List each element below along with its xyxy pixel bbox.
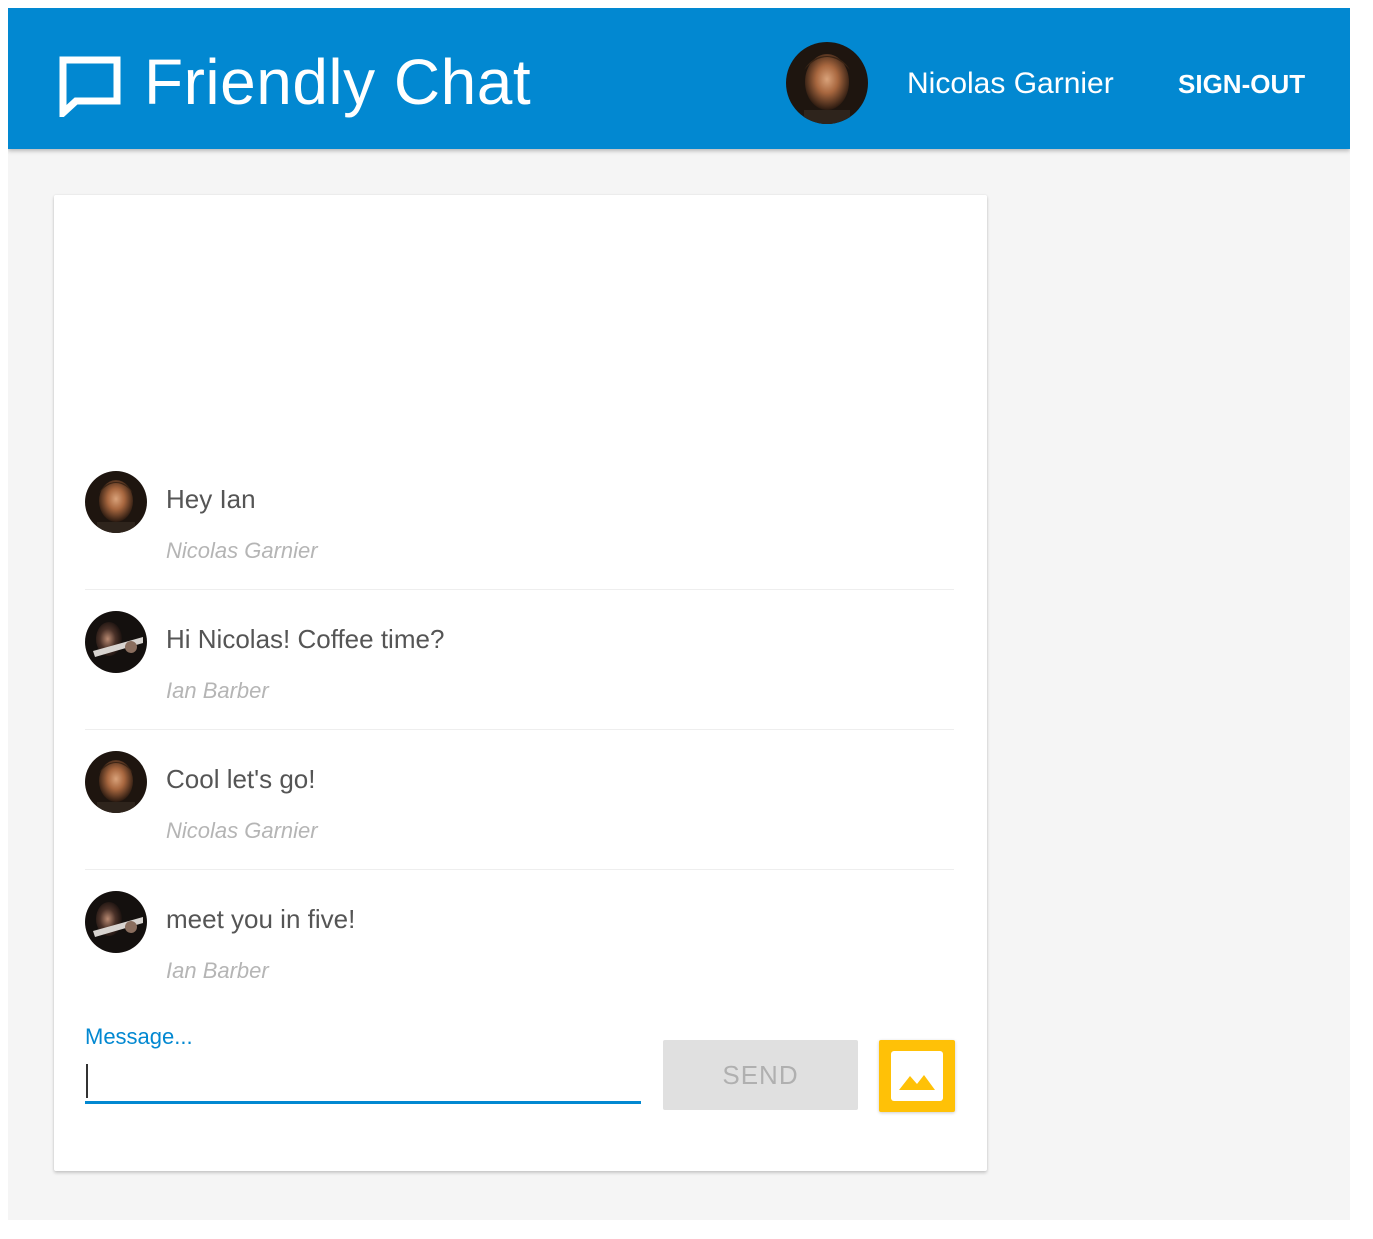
message-sender: Ian Barber [166, 958, 269, 983]
message-item: meet you in five! Ian Barber [85, 891, 954, 1031]
message-text: Hey Ian [166, 484, 256, 514]
message-item: Cool let's go! Nicolas Garnier [85, 751, 954, 891]
message-divider [85, 589, 954, 590]
message-item: Hi Nicolas! Coffee time? Ian Barber [85, 611, 954, 751]
messages-card: Hey Ian Nicolas Garnier Hi Nicolas! Coff… [54, 195, 987, 1171]
ian-avatar [85, 891, 147, 953]
upload-image-button[interactable] [879, 1040, 955, 1112]
message-divider [85, 869, 954, 870]
message-sender: Ian Barber [166, 678, 269, 703]
message-divider [85, 729, 954, 730]
message-text: Hi Nicolas! Coffee time? [166, 624, 445, 654]
user-avatar [786, 42, 868, 124]
app-header: Friendly Chat Nicolas Garnier SIGN-OUT [8, 8, 1350, 149]
nicolas-avatar [85, 471, 147, 533]
user-name[interactable]: Nicolas Garnier [907, 66, 1114, 102]
app-frame: Friendly Chat Nicolas Garnier SIGN-OUT H… [8, 8, 1350, 1220]
message-text: meet you in five! [166, 904, 356, 934]
message-sender: Nicolas Garnier [166, 818, 318, 843]
message-input-label: Message... [85, 1024, 193, 1049]
message-sender: Nicolas Garnier [166, 538, 318, 563]
ian-avatar [85, 611, 147, 673]
message-item: Hey Ian Nicolas Garnier [85, 471, 954, 611]
chat-bubble-icon [59, 56, 121, 117]
text-caret [86, 1064, 88, 1098]
message-input[interactable] [85, 1057, 641, 1104]
app-title: Friendly Chat [144, 46, 532, 118]
image-icon [891, 1051, 943, 1101]
message-text: Cool let's go! [166, 764, 316, 794]
nicolas-avatar [85, 751, 147, 813]
send-button[interactable]: SEND [663, 1040, 858, 1110]
sign-out-button[interactable]: SIGN-OUT [1170, 66, 1313, 102]
